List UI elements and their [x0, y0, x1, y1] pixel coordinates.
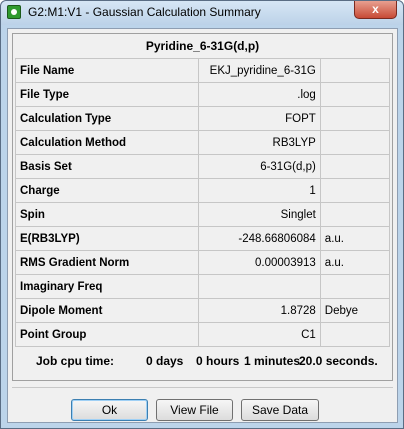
window-title: G2:M1:V1 - Gaussian Calculation Summary: [28, 5, 261, 19]
ok-button[interactable]: Ok: [71, 399, 148, 421]
row-label: Charge: [14, 178, 200, 203]
row-unit: Debye: [319, 298, 391, 323]
row-label: RMS Gradient Norm: [14, 250, 200, 275]
summary-row: Dipole Moment 1.8728 Debye: [14, 298, 391, 323]
row-unit: [319, 322, 391, 347]
summary-row: Charge 1: [14, 178, 391, 203]
close-button[interactable]: x: [354, 1, 397, 19]
row-unit: [319, 58, 391, 83]
summary-title: Pyridine_6-31G(d,p): [145, 39, 260, 53]
row-unit: [319, 202, 391, 227]
summary-row: Calculation Method RB3LYP: [14, 130, 391, 155]
summary-row: Point Group C1: [14, 322, 391, 347]
summary-row: Basis Set 6-31G(d,p): [14, 154, 391, 179]
row-value: 1.8728: [198, 298, 321, 323]
row-value: [198, 274, 321, 299]
cpu-time-hours: 0 hours: [196, 354, 240, 368]
cpu-time-seconds: 20.0 seconds.: [299, 354, 378, 368]
view-file-button[interactable]: View File: [156, 399, 233, 421]
button-area-divider: [12, 387, 393, 388]
summary-row: Spin Singlet: [14, 202, 391, 227]
row-label: Point Group: [14, 322, 200, 347]
row-label: Dipole Moment: [14, 298, 200, 323]
row-label: File Type: [14, 82, 200, 107]
summary-panel: Pyridine_6-31G(d,p) File Name EKJ_pyridin…: [12, 33, 393, 381]
summary-row: File Type .log: [14, 82, 391, 107]
row-unit: [319, 106, 391, 131]
summary-row: Calculation Type FOPT: [14, 106, 391, 131]
row-label: E(RB3LYP): [14, 226, 200, 251]
cpu-time-minutes: 1 minutes: [244, 354, 301, 368]
cpu-time-days: 0 days: [146, 354, 184, 368]
row-value: 6-31G(d,p): [198, 154, 321, 179]
row-unit: [319, 154, 391, 179]
summary-window: G2:M1:V1 - Gaussian Calculation Summary …: [0, 0, 404, 429]
row-value: EKJ_pyridine_6-31G: [198, 58, 321, 83]
row-value: 1: [198, 178, 321, 203]
cpu-time-label: Job cpu time:: [36, 354, 115, 368]
row-value: -248.66806084: [198, 226, 321, 251]
dialog-body: Pyridine_6-31G(d,p) File Name EKJ_pyridin…: [7, 28, 398, 423]
row-unit: a.u.: [319, 250, 391, 275]
row-value: RB3LYP: [198, 130, 321, 155]
row-value: .log: [198, 82, 321, 107]
row-value: Singlet: [198, 202, 321, 227]
row-unit: a.u.: [319, 226, 391, 251]
row-label: File Name: [14, 58, 200, 83]
row-unit: [319, 130, 391, 155]
save-data-button[interactable]: Save Data: [241, 399, 319, 421]
summary-row: RMS Gradient Norm 0.00003913 a.u.: [14, 250, 391, 275]
title-bar[interactable]: G2:M1:V1 - Gaussian Calculation Summary …: [1, 1, 403, 25]
row-value: FOPT: [198, 106, 321, 131]
row-label: Calculation Type: [14, 106, 200, 131]
row-unit: [319, 82, 391, 107]
row-label: Calculation Method: [14, 130, 200, 155]
row-unit: [319, 274, 391, 299]
summary-table: File Name EKJ_pyridine_6-31G File Type .log…: [14, 58, 391, 347]
row-unit: [319, 178, 391, 203]
summary-row: E(RB3LYP) -248.66806084 a.u.: [14, 226, 391, 251]
gaussview-app-icon: [7, 5, 21, 19]
row-value: 0.00003913: [198, 250, 321, 275]
row-value: C1: [198, 322, 321, 347]
row-label: Imaginary Freq: [14, 274, 200, 299]
row-label: Spin: [14, 202, 200, 227]
row-label: Basis Set: [14, 154, 200, 179]
summary-row: Imaginary Freq: [14, 274, 391, 299]
summary-row: File Name EKJ_pyridine_6-31G: [14, 58, 391, 83]
